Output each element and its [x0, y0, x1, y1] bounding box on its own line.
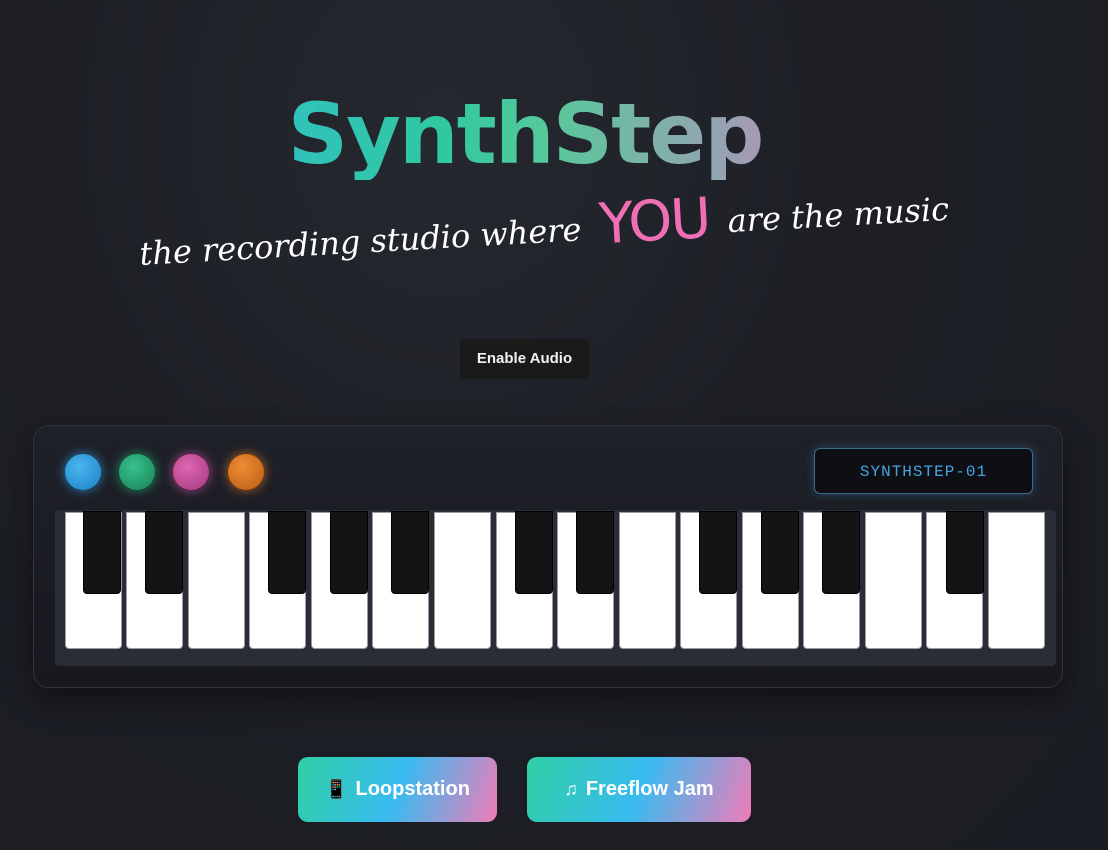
black-key[interactable]	[330, 511, 368, 594]
piano-keyboard	[55, 510, 1056, 666]
black-key[interactable]	[822, 511, 860, 594]
freeflow-jam-label: Freeflow Jam	[585, 778, 714, 800]
loopstation-label: Loopstation	[355, 778, 470, 800]
tagline: the recording studio where YOU are the m…	[137, 174, 950, 308]
black-key[interactable]	[515, 511, 553, 594]
tagline-after: are the music	[726, 189, 950, 241]
freeflow-jam-button[interactable]: ♫ Freeflow Jam	[527, 757, 751, 822]
phone-icon: 📱	[325, 779, 348, 799]
black-key[interactable]	[699, 511, 737, 594]
black-key[interactable]	[83, 511, 121, 594]
black-key[interactable]	[145, 511, 183, 594]
white-key[interactable]	[988, 512, 1045, 649]
black-key[interactable]	[576, 511, 614, 594]
white-key[interactable]	[188, 512, 245, 649]
green-knob[interactable]	[118, 453, 156, 491]
app-title: SynthStep	[0, 88, 1050, 181]
white-key[interactable]	[865, 512, 922, 649]
black-key[interactable]	[946, 511, 984, 594]
white-key[interactable]	[619, 512, 676, 649]
synth-panel: SYNTHSTEP-01	[33, 425, 1063, 688]
white-key[interactable]	[434, 512, 491, 649]
enable-audio-button[interactable]: Enable Audio	[460, 339, 589, 379]
tagline-emphasis: YOU	[597, 186, 712, 258]
tagline-before: the recording studio where	[138, 210, 583, 273]
blue-knob[interactable]	[64, 453, 102, 491]
loopstation-button[interactable]: 📱 Loopstation	[298, 757, 497, 822]
orange-knob[interactable]	[227, 453, 265, 491]
black-key[interactable]	[268, 511, 306, 594]
synth-display: SYNTHSTEP-01	[814, 448, 1033, 494]
black-key[interactable]	[391, 511, 429, 594]
music-notes-icon: ♫	[564, 779, 578, 799]
pink-knob[interactable]	[172, 453, 210, 491]
black-key[interactable]	[761, 511, 799, 594]
